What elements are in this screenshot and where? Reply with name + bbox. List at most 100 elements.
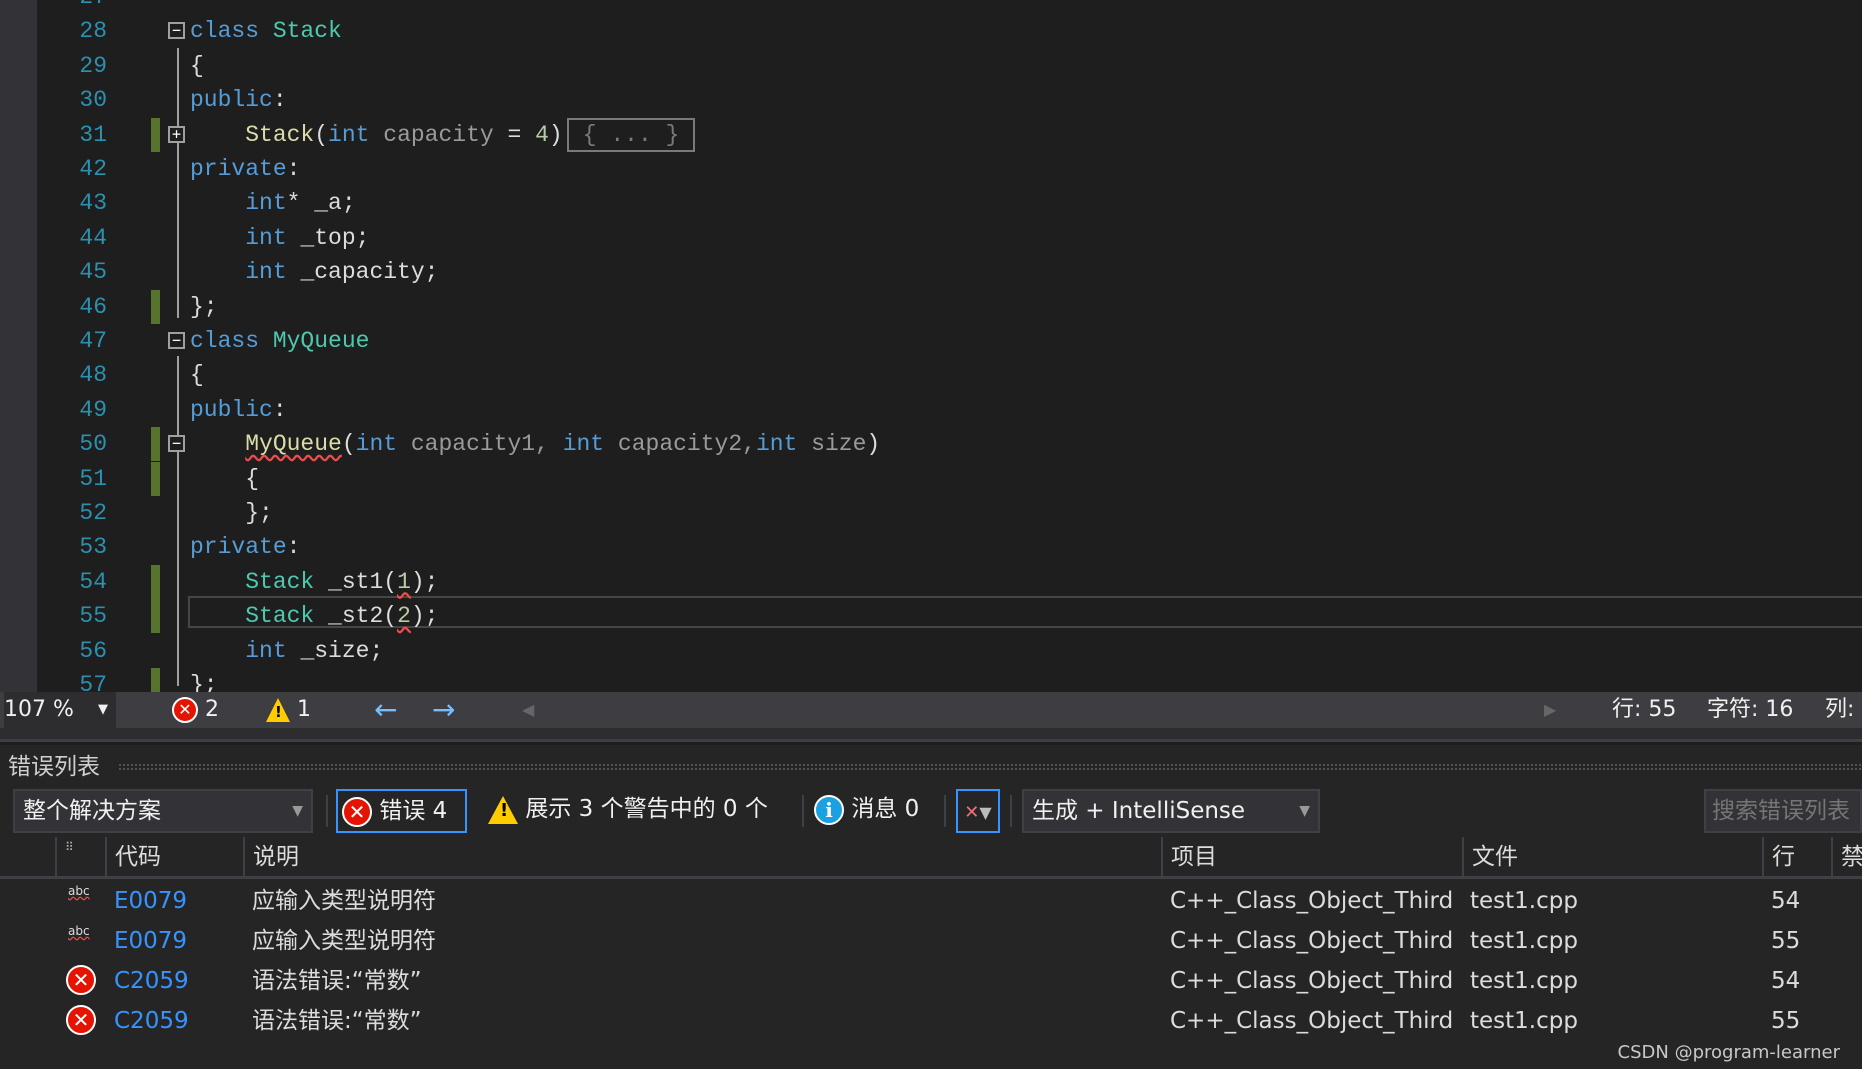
table-row[interactable]: abc E0079 应输入类型说明符 C++_Class_Object_Third te… — [0, 921, 1862, 961]
error-code-link[interactable]: E0079 — [114, 881, 187, 921]
funnel-icon: ▼ — [979, 803, 992, 822]
error-icon: ✕ — [66, 965, 96, 995]
code-token: int — [355, 431, 411, 458]
scroll-left-icon[interactable]: ◀ — [522, 692, 534, 728]
column-header-project[interactable]: 项目 — [1161, 837, 1462, 877]
change-marker — [151, 461, 160, 496]
code-line[interactable]: Stack _st1(1); — [190, 565, 438, 599]
table-row[interactable]: ✕ C2059 语法错误:“常数” C++_Class_Object_Third tes… — [0, 1001, 1862, 1041]
collapsed-block[interactable]: { ... } — [566, 117, 696, 152]
code-line[interactable]: { — [190, 462, 259, 496]
error-code-link[interactable]: C2059 — [114, 1001, 189, 1041]
column-header-code[interactable]: 代码 — [105, 837, 243, 877]
code-line[interactable]: { — [190, 358, 204, 392]
code-line[interactable]: private: — [190, 530, 300, 564]
column-header-description[interactable]: 说明 — [243, 837, 1161, 877]
code-line[interactable]: int _size; — [190, 634, 383, 668]
code-line[interactable]: public: — [190, 393, 287, 427]
code-token: : — [286, 534, 301, 561]
code-token: class — [190, 18, 273, 45]
code-line[interactable]: MyQueue(int capacity1, int capacity2,int… — [190, 427, 880, 461]
chevron-down-icon: ▼ — [1299, 803, 1310, 819]
line-number: 47 — [79, 328, 107, 354]
expand-icon[interactable]: + — [168, 125, 185, 143]
code-token: 1 — [397, 568, 411, 595]
intellisense-error-icon: abc — [68, 924, 90, 938]
line-number: 45 — [79, 259, 107, 286]
code-editor[interactable]: 2728−class Stack29{30public:31+ Stack(in… — [0, 0, 1862, 692]
arrow-left-icon[interactable]: ← — [374, 692, 397, 728]
change-marker — [151, 564, 160, 599]
code-line[interactable]: { — [190, 49, 204, 83]
filter-build-errors-button[interactable]: ✕▼ — [956, 789, 1000, 833]
zoom-dropdown[interactable]: 107 % ▼ — [4, 692, 116, 728]
collapse-icon[interactable]: − — [168, 435, 185, 453]
code-token: Stack — [272, 18, 342, 45]
error-code-link[interactable]: E0079 — [114, 921, 187, 961]
drag-handle[interactable] — [118, 763, 1862, 771]
line-number: 46 — [79, 293, 107, 320]
line-number: 53 — [79, 534, 107, 561]
code-line[interactable]: int _top; — [190, 221, 369, 255]
error-line: 55 — [1771, 1008, 1801, 1034]
search-error-list-input[interactable] — [1704, 789, 1862, 833]
error-code-link[interactable]: C2059 — [114, 961, 189, 1001]
warnings-filter-button[interactable]: ! 展示 3 个警告中的 0 个 — [488, 789, 768, 833]
code-token: public — [190, 87, 273, 114]
code-token: int — [245, 224, 301, 251]
chevron-down-icon: ▼ — [292, 803, 303, 819]
error-file: test1.cpp — [1470, 968, 1578, 994]
code-token: size — [811, 431, 867, 458]
table-row[interactable]: ✕ C2059 语法错误:“常数” C++_Class_Object_Third tes… — [0, 961, 1862, 1001]
line-number: 50 — [79, 431, 107, 458]
code-line[interactable]: }; — [190, 290, 218, 324]
scroll-right-icon[interactable]: ▶ — [1544, 692, 1556, 728]
code-token: Stack — [245, 603, 329, 630]
errors-filter-button[interactable]: ✕ 错误 4 — [336, 789, 467, 833]
error-line: 55 — [1771, 928, 1801, 954]
collapse-icon[interactable]: − — [168, 22, 185, 40]
source-dropdown[interactable]: 生成 + IntelliSense ▼ — [1022, 789, 1320, 833]
code-token: 4 — [535, 121, 549, 148]
line-number: 57 — [79, 672, 107, 692]
table-row[interactable]: abc E0079 应输入类型说明符 C++_Class_Object_Third te… — [0, 881, 1862, 921]
line-number: 30 — [79, 87, 107, 114]
code-token: _size; — [300, 637, 384, 664]
scope-dropdown[interactable]: 整个解决方案 ▼ — [13, 789, 313, 833]
code-line[interactable]: Stack(int capacity = 4){ ... } — [190, 117, 696, 152]
code-line[interactable]: }; — [190, 668, 218, 692]
code-line[interactable]: public: — [190, 83, 287, 117]
divider — [944, 795, 946, 827]
code-token: Stack — [245, 568, 329, 595]
code-line[interactable]: class Stack — [190, 14, 342, 48]
code-token: class — [190, 328, 273, 354]
column-sort-icon[interactable]: ⠿ — [55, 837, 105, 877]
code-token: ) — [866, 431, 881, 458]
code-line[interactable]: int* _a; — [190, 186, 355, 220]
code-line[interactable]: int _capacity; — [190, 255, 438, 289]
code-token: = — [493, 121, 536, 148]
arrow-right-icon[interactable]: → — [432, 692, 455, 728]
messages-filter-button[interactable]: i 消息 0 — [814, 789, 919, 833]
code-line[interactable]: class MyQueue — [190, 324, 369, 358]
line-number: 49 — [79, 396, 107, 423]
column-header-line[interactable]: 行 — [1762, 837, 1831, 877]
line-number: 55 — [79, 603, 107, 630]
column-header-file[interactable]: 文件 — [1462, 837, 1762, 877]
code-token: ( — [314, 121, 329, 148]
column-header-suppression[interactable]: 禁 — [1831, 837, 1862, 877]
code-line[interactable]: Stack _st2(2); — [190, 599, 438, 633]
code-line[interactable]: }; — [190, 496, 273, 530]
line-number: 42 — [79, 156, 107, 182]
line-number: 52 — [79, 500, 107, 526]
code-line[interactable]: private: — [190, 152, 300, 186]
change-marker — [151, 117, 160, 152]
panel-splitter[interactable] — [0, 728, 1862, 742]
collapse-icon[interactable]: − — [168, 332, 185, 349]
warning-count[interactable]: ! 1 — [266, 692, 311, 728]
error-count[interactable]: ✕ 2 — [172, 692, 219, 728]
intellisense-error-icon: abc — [68, 884, 90, 898]
